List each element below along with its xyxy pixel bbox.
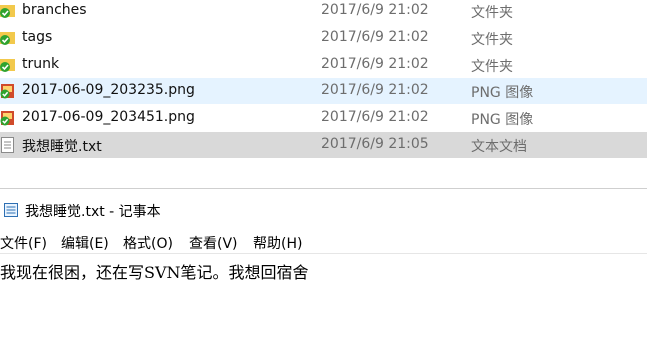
svn-folder-icon bbox=[0, 56, 16, 74]
menu-edit[interactable]: 编辑(E) bbox=[61, 233, 109, 253]
title-bar[interactable]: 我想睡觉.txt - 记事本 bbox=[0, 189, 647, 229]
file-date: 2017/6/9 21:05 bbox=[321, 136, 429, 152]
menu-format[interactable]: 格式(O) bbox=[123, 233, 173, 253]
file-row[interactable]: 2017-06-09_203235.png 2017/6/9 21:02 PNG… bbox=[0, 78, 647, 104]
menu-bar: 文件(F) 编辑(E) 格式(O) 查看(V) 帮助(H) bbox=[0, 231, 647, 253]
file-row-selected[interactable]: 我想睡觉.txt 2017/6/9 21:05 文本文档 bbox=[0, 132, 647, 158]
svn-folder-icon bbox=[0, 2, 16, 20]
notepad-icon bbox=[3, 202, 19, 218]
file-type: PNG 图像 bbox=[471, 85, 534, 101]
file-row[interactable]: tags 2017/6/9 21:02 文件夹 bbox=[0, 25, 647, 51]
file-row[interactable]: trunk 2017/6/9 21:02 文件夹 bbox=[0, 52, 647, 78]
file-type: PNG 图像 bbox=[471, 112, 534, 128]
file-name: trunk bbox=[22, 56, 60, 72]
file-date: 2017/6/9 21:02 bbox=[321, 56, 429, 72]
menu-view[interactable]: 查看(V) bbox=[189, 233, 238, 253]
menu-file[interactable]: 文件(F) bbox=[0, 233, 47, 253]
text-editor[interactable]: 我现在很困，还在写SVN笔记。我想回宿舍 bbox=[0, 253, 647, 344]
file-name: branches bbox=[22, 2, 87, 18]
file-date: 2017/6/9 21:02 bbox=[321, 109, 429, 125]
editor-content: 我现在很困，还在写SVN笔记。我想回宿舍 bbox=[0, 263, 309, 282]
file-date: 2017/6/9 21:02 bbox=[321, 29, 429, 45]
svn-folder-icon bbox=[0, 29, 16, 47]
file-type: 文件夹 bbox=[471, 59, 513, 75]
file-row[interactable]: branches 2017/6/9 21:02 文件夹 bbox=[0, 0, 647, 24]
file-name: 我想睡觉.txt bbox=[22, 139, 102, 155]
text-file-icon bbox=[0, 136, 16, 154]
window-title: 我想睡觉.txt - 记事本 bbox=[25, 204, 161, 220]
screen: branches 2017/6/9 21:02 文件夹 tags 2017/6/… bbox=[0, 0, 647, 344]
file-type: 文本文档 bbox=[471, 139, 527, 155]
svn-image-icon bbox=[0, 109, 16, 127]
file-date: 2017/6/9 21:02 bbox=[321, 82, 429, 98]
file-date: 2017/6/9 21:02 bbox=[321, 2, 429, 18]
file-row[interactable]: 2017-06-09_203451.png 2017/6/9 21:02 PNG… bbox=[0, 105, 647, 131]
file-name: 2017-06-09_203235.png bbox=[22, 82, 195, 98]
file-type: 文件夹 bbox=[471, 32, 513, 48]
file-name: tags bbox=[22, 29, 53, 45]
file-name: 2017-06-09_203451.png bbox=[22, 109, 195, 125]
notepad-window: 我想睡觉.txt - 记事本 文件(F) 编辑(E) 格式(O) 查看(V) 帮… bbox=[0, 189, 647, 344]
svn-image-icon bbox=[0, 82, 16, 100]
file-type: 文件夹 bbox=[471, 5, 513, 21]
explorer-file-list: branches 2017/6/9 21:02 文件夹 tags 2017/6/… bbox=[0, 0, 647, 185]
menu-help[interactable]: 帮助(H) bbox=[253, 233, 302, 253]
